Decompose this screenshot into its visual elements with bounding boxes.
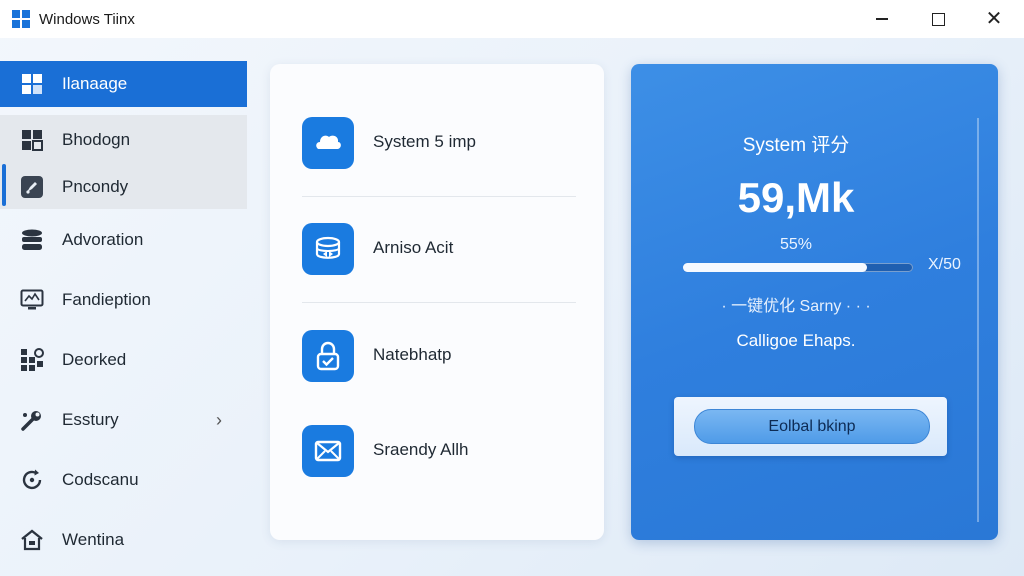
sidebar-item-label: Wentina: [62, 530, 125, 549]
sidebar-item-advoration[interactable]: Advoration: [0, 217, 247, 263]
tools-icon: [20, 408, 44, 432]
sidebar-item-ilanaage[interactable]: Ilanaage: [0, 61, 247, 107]
sidebar-item-label: Codscanu: [62, 470, 139, 489]
sidebar-item-bhodogn[interactable]: Bhodogn: [0, 117, 247, 163]
feature-label: Sraendy Allh: [373, 440, 469, 459]
window-title: Windows Tiinx: [39, 11, 135, 28]
home-icon: [20, 528, 44, 552]
feature-item-arniso[interactable]: Arniso Acit: [302, 223, 592, 275]
optimize-hint: · 一键优化 Sarny · · ·: [721, 298, 871, 315]
sidebar-item-label: Fandieption: [62, 290, 151, 309]
sidebar-item-esstury[interactable]: Esstury ›: [0, 397, 247, 443]
score-value: 59,Mk: [737, 174, 855, 221]
status-text: Calligoe Ehaps.: [736, 331, 856, 350]
feature-label: Natebhatp: [373, 345, 452, 364]
maximize-icon: [931, 12, 945, 26]
features-card: System 5 imp Arniso Acit Natebhatp Sraen…: [270, 64, 604, 540]
optimize-button[interactable]: Eolbal bkinp: [694, 409, 930, 444]
sidebar-item-wentina[interactable]: Wentina: [0, 517, 247, 563]
sidebar-item-label: Esstury: [62, 410, 119, 429]
feature-item-sraendy[interactable]: Sraendy Allh: [302, 425, 592, 477]
sidebar-item-label: Ilanaage: [62, 74, 128, 93]
divider: [302, 302, 576, 303]
sidebar-item-pncondy[interactable]: Pncondy: [0, 164, 247, 210]
sidebar-item-label: Advoration: [62, 230, 144, 249]
feature-item-natebhatp[interactable]: Natebhatp: [302, 330, 592, 382]
sidebar-item-label: Deorked: [62, 350, 127, 369]
score-panel: System 评分 59,Mk 55% X/50 · 一键优化 Sarny · …: [631, 64, 998, 540]
grid-icon: [20, 72, 44, 96]
database-icon: [20, 228, 44, 252]
lock-check-icon: [302, 330, 354, 382]
chevron-right-icon[interactable]: ›: [216, 410, 222, 431]
rocket-icon: [20, 175, 44, 199]
sidebar-item-label: Bhodogn: [62, 130, 131, 149]
action-button-frame: Eolbal bkinp: [674, 397, 947, 456]
feature-label: System 5 imp: [373, 132, 476, 151]
database-sync-icon: [302, 223, 354, 275]
cloud-icon: [302, 117, 354, 169]
minimize-icon: [876, 18, 888, 20]
minimize-button[interactable]: [860, 6, 904, 32]
progress-bar: [683, 263, 913, 272]
mail-icon: [302, 425, 354, 477]
windows-logo-icon: [12, 10, 30, 28]
monitor-chart-icon: [20, 288, 44, 312]
panel-scrollbar[interactable]: [977, 118, 979, 522]
feature-item-system[interactable]: System 5 imp: [302, 117, 592, 169]
sidebar-item-codscanu[interactable]: Codscanu: [0, 457, 247, 503]
score-title: System 评分: [742, 135, 850, 156]
blocks-icon: [20, 128, 44, 152]
sidebar-item-label: Pncondy: [62, 177, 129, 196]
close-icon: ✕: [985, 8, 1003, 30]
progress-ratio: X/50: [928, 256, 961, 273]
divider: [302, 196, 576, 197]
score-percent: 55%: [779, 236, 813, 253]
progress-fill: [683, 263, 867, 272]
close-button[interactable]: ✕: [972, 6, 1016, 32]
sidebar-item-deorked[interactable]: Deorked: [0, 337, 247, 383]
refresh-icon: [20, 468, 44, 492]
feature-label: Arniso Acit: [373, 238, 454, 257]
apps-icon: [20, 348, 44, 372]
title-bar: Windows Tiinx ✕: [0, 0, 1024, 38]
sidebar-item-fandieption[interactable]: Fandieption: [0, 277, 247, 323]
maximize-button[interactable]: [916, 6, 960, 32]
